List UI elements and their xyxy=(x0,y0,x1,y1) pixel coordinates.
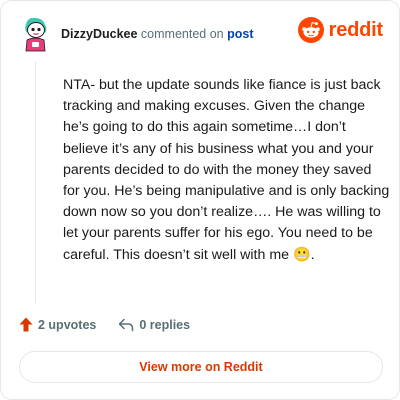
reply-arrow-icon xyxy=(119,318,134,331)
post-link[interactable]: post xyxy=(227,27,253,41)
reply-button[interactable]: 0 replies xyxy=(118,318,190,332)
snoo-avatar-icon xyxy=(25,17,47,52)
byline-action-text: commented on xyxy=(140,27,224,41)
thread-line xyxy=(35,61,36,303)
view-more-button[interactable]: View more on Reddit xyxy=(19,351,383,383)
comment-actions: 2 upvotes 0 replies xyxy=(19,317,190,332)
upvote-arrow-icon xyxy=(19,317,33,332)
comment-byline: DizzyDuckee commented on post xyxy=(61,27,253,41)
reddit-logo[interactable]: reddit xyxy=(297,17,384,43)
comment-body: NTA- but the update sounds like fiance i… xyxy=(63,77,390,263)
avatar[interactable] xyxy=(19,16,51,52)
brand-wordmark: reddit xyxy=(328,18,384,41)
comment-embed-card: DizzyDuckee commented on post reddit NTA… xyxy=(0,0,400,400)
reply-count: 0 replies xyxy=(139,317,191,332)
upvote-button[interactable]: 2 upvotes xyxy=(19,317,96,332)
reddit-snoo-icon xyxy=(297,17,324,43)
comment-header: DizzyDuckee commented on post xyxy=(19,15,253,53)
upvote-count: 2 upvotes xyxy=(38,317,97,332)
author-name[interactable]: DizzyDuckee xyxy=(61,27,137,41)
